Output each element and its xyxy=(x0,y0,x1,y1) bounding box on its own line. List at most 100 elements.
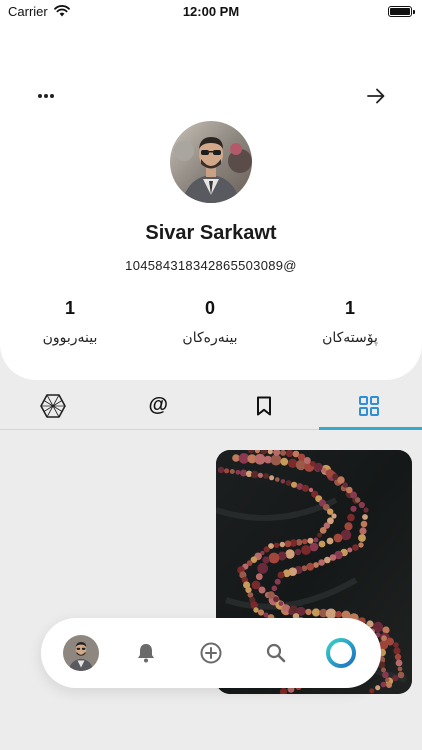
more-dot-icon xyxy=(44,94,48,98)
bead xyxy=(277,571,285,579)
tab-posts-grid[interactable] xyxy=(317,382,422,430)
more-dot-icon xyxy=(50,94,54,98)
bead xyxy=(254,453,266,465)
bead xyxy=(301,545,311,555)
nav-profile[interactable] xyxy=(59,631,103,675)
bead xyxy=(333,533,343,543)
followers-count: 1 xyxy=(64,298,75,318)
bead xyxy=(358,534,366,542)
plus-circle-icon xyxy=(200,642,222,664)
bead xyxy=(284,540,292,548)
bookmark-icon xyxy=(256,396,271,415)
bead xyxy=(318,559,325,566)
bead xyxy=(278,601,284,606)
profile-tabs: @ xyxy=(0,382,422,430)
bead xyxy=(352,544,359,551)
bead xyxy=(240,469,247,477)
profile-avatar[interactable] xyxy=(170,121,252,203)
bead xyxy=(331,513,337,519)
bead xyxy=(309,542,319,552)
bead xyxy=(393,642,399,648)
bead xyxy=(229,469,235,474)
stat-followers[interactable]: 1 بینەربوون xyxy=(10,298,130,346)
posts-count: 1 xyxy=(344,298,355,318)
bead xyxy=(270,454,282,466)
hexagon-grid-icon xyxy=(39,393,66,418)
bead xyxy=(263,546,270,553)
bead xyxy=(358,501,365,509)
bead xyxy=(273,542,280,548)
bead xyxy=(385,677,390,683)
bead xyxy=(224,468,230,474)
bead xyxy=(382,671,389,679)
tab-mentions[interactable]: @ xyxy=(106,382,212,429)
nav-create[interactable] xyxy=(189,631,233,675)
search-icon xyxy=(266,643,286,663)
profile-stats: 1 بینەربوون 0 بینەرەکان 1 پۆستەکان xyxy=(0,298,422,358)
bead xyxy=(394,653,402,661)
bead xyxy=(303,457,311,464)
bead xyxy=(375,685,381,691)
bead xyxy=(280,450,287,456)
nav-notifications[interactable] xyxy=(124,631,168,675)
bead xyxy=(263,473,269,479)
bead xyxy=(337,476,345,484)
bead xyxy=(280,479,286,484)
bead xyxy=(342,482,348,488)
bead xyxy=(393,647,401,655)
bead xyxy=(347,513,355,522)
bead xyxy=(271,585,278,592)
bead xyxy=(257,472,263,478)
bead xyxy=(274,578,281,585)
carrier-label: Carrier xyxy=(8,3,48,19)
bead xyxy=(285,450,294,458)
bead xyxy=(369,688,375,694)
status-bar: Carrier 12:00 PM xyxy=(0,0,422,22)
profile-card: Sivar Sarkawt 104584318342865503089@ 1 ب… xyxy=(0,0,422,380)
arrow-right-icon[interactable] xyxy=(364,84,388,108)
bead xyxy=(397,666,403,672)
bead xyxy=(301,484,309,492)
following-count: 0 xyxy=(204,298,215,318)
bead xyxy=(275,477,280,482)
stat-following[interactable]: 0 بینەرەکان xyxy=(150,298,270,346)
bead xyxy=(363,507,369,513)
bead xyxy=(324,556,331,564)
battery-icon xyxy=(388,5,415,17)
bead xyxy=(262,556,270,564)
bead xyxy=(397,671,405,679)
bead xyxy=(395,659,403,667)
followers-label: بینەربوون xyxy=(42,329,98,345)
bead xyxy=(280,457,289,466)
bead xyxy=(362,514,368,520)
bead xyxy=(257,562,269,574)
following-label: بینەرەکان xyxy=(182,329,238,345)
grid-icon xyxy=(359,395,380,416)
bead xyxy=(386,637,394,646)
bead xyxy=(288,609,294,615)
tab-saved[interactable] xyxy=(211,382,317,429)
bead xyxy=(318,540,326,548)
bead xyxy=(285,480,292,486)
bead xyxy=(392,675,399,682)
bell-icon xyxy=(138,644,155,663)
tab-nft[interactable] xyxy=(0,382,106,429)
more-options-button[interactable] xyxy=(34,84,58,108)
bead xyxy=(326,537,334,545)
bead xyxy=(380,681,387,688)
nav-home[interactable] xyxy=(319,631,363,675)
nav-search[interactable] xyxy=(254,631,298,675)
stat-posts[interactable]: 1 پۆستەکان xyxy=(290,298,410,346)
bead xyxy=(358,542,364,548)
bead xyxy=(273,596,279,603)
posts-label: پۆستەکان xyxy=(322,329,378,345)
bead xyxy=(235,469,241,475)
more-dot-icon xyxy=(38,94,42,98)
profile-handle: 104584318342865503089@ xyxy=(125,258,297,273)
bead xyxy=(350,491,357,499)
bead xyxy=(344,522,353,531)
mention-icon: @ xyxy=(148,394,168,416)
app-ring-icon xyxy=(325,638,356,668)
bead xyxy=(335,611,342,618)
bead xyxy=(386,682,393,688)
